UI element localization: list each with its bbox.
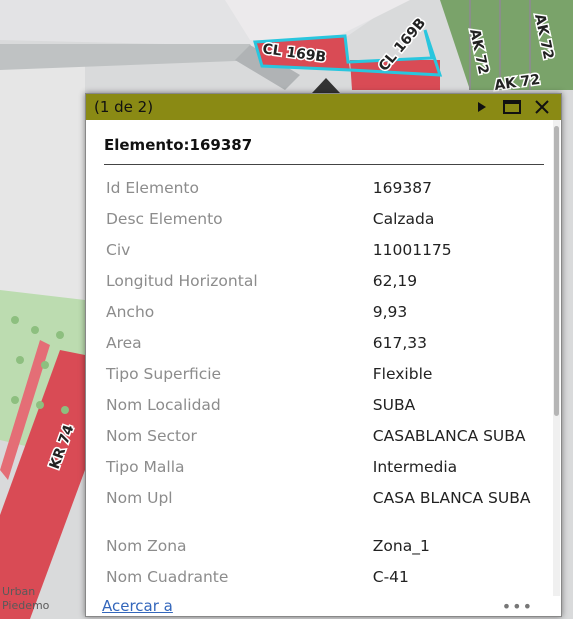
popup-title: Elemento:169387 — [104, 136, 544, 165]
maximize-icon — [503, 100, 521, 114]
next-feature-button[interactable] — [469, 96, 495, 118]
more-actions-button[interactable]: ••• — [502, 599, 533, 615]
attribute-value: Calzada — [372, 210, 435, 228]
attribute-row: Area 617,33 — [106, 334, 546, 365]
close-button[interactable] — [529, 96, 555, 118]
attribute-key: Tipo Malla — [106, 458, 185, 476]
feature-counter: (1 de 2) — [94, 98, 154, 116]
attribute-key: Nom Localidad — [106, 396, 221, 414]
attribute-key: Tipo Superficie — [106, 365, 222, 383]
attribute-row: Longitud Horizontal 62,19 — [106, 272, 546, 303]
popup-header: (1 de 2) — [86, 94, 561, 120]
popup-content[interactable]: Elemento:169387 Id Elemento 169387 Desc El… — [86, 120, 561, 616]
attribute-value: 617,33 — [372, 334, 428, 352]
attribute-value: Intermedia — [372, 458, 458, 476]
zoom-to-link[interactable]: Acercar a — [102, 597, 173, 615]
popup-footer: Acercar a ••• — [86, 596, 561, 616]
attribute-row: Id Elemento 169387 — [106, 179, 546, 210]
attribute-row: Nom Sector CASABLANCA SUBA — [106, 427, 546, 458]
attribute-row: Ancho 9,93 — [106, 303, 546, 334]
attribute-value: 62,19 — [372, 272, 418, 290]
attribute-row: Desc Elemento Calzada — [106, 210, 546, 241]
attribute-key: Ancho — [106, 303, 155, 321]
attribute-row: Nom Cuadrante C-41 — [106, 568, 546, 599]
close-icon — [535, 100, 549, 114]
attribute-table: Id Elemento 169387 Desc Elemento Calzada Civ… — [106, 179, 546, 599]
attribute-value: C-41 — [372, 568, 409, 586]
attribute-value: Zona_1 — [372, 537, 430, 555]
attribute-value: 11001175 — [372, 241, 452, 259]
attribute-row: Nom Localidad SUBA — [106, 396, 546, 427]
attribute-value: 9,93 — [372, 303, 408, 321]
feature-popup: (1 de 2) Elemento:169387 Id Elemento 1693… — [85, 93, 562, 617]
map-attribution: Urban Piedemo — [2, 585, 50, 612]
attribute-key: Longitud Horizontal — [106, 272, 258, 290]
attribute-row: Nom Zona Zona_1 — [106, 537, 546, 568]
attribute-key: Civ — [106, 241, 131, 259]
attribute-key: Desc Elemento — [106, 210, 223, 228]
attribute-key: Nom Cuadrante — [106, 568, 229, 586]
attribute-value: SUBA — [372, 396, 416, 414]
attribute-key: Area — [106, 334, 142, 352]
attribute-value: 169387 — [372, 179, 432, 197]
popup-scrollbar[interactable] — [553, 120, 560, 616]
attribute-row: Civ 11001175 — [106, 241, 546, 272]
attribute-value: Flexible — [372, 365, 433, 383]
attribute-value: CASABLANCA SUBA — [372, 427, 526, 445]
attribute-key: Nom Sector — [106, 427, 197, 445]
attribute-row: Tipo Superficie Flexible — [106, 365, 546, 396]
attribute-key: Id Elemento — [106, 179, 199, 197]
attribute-value: CASA BLANCA SUBA — [372, 489, 531, 507]
next-icon — [478, 102, 486, 112]
attribute-row: Nom Upl CASA BLANCA SUBA — [106, 489, 546, 537]
attribute-key: Nom Upl — [106, 489, 173, 507]
scrollbar-thumb[interactable] — [554, 126, 559, 416]
maximize-button[interactable] — [499, 96, 525, 118]
attribute-key: Nom Zona — [106, 537, 187, 555]
attribute-row: Tipo Malla Intermedia — [106, 458, 546, 489]
